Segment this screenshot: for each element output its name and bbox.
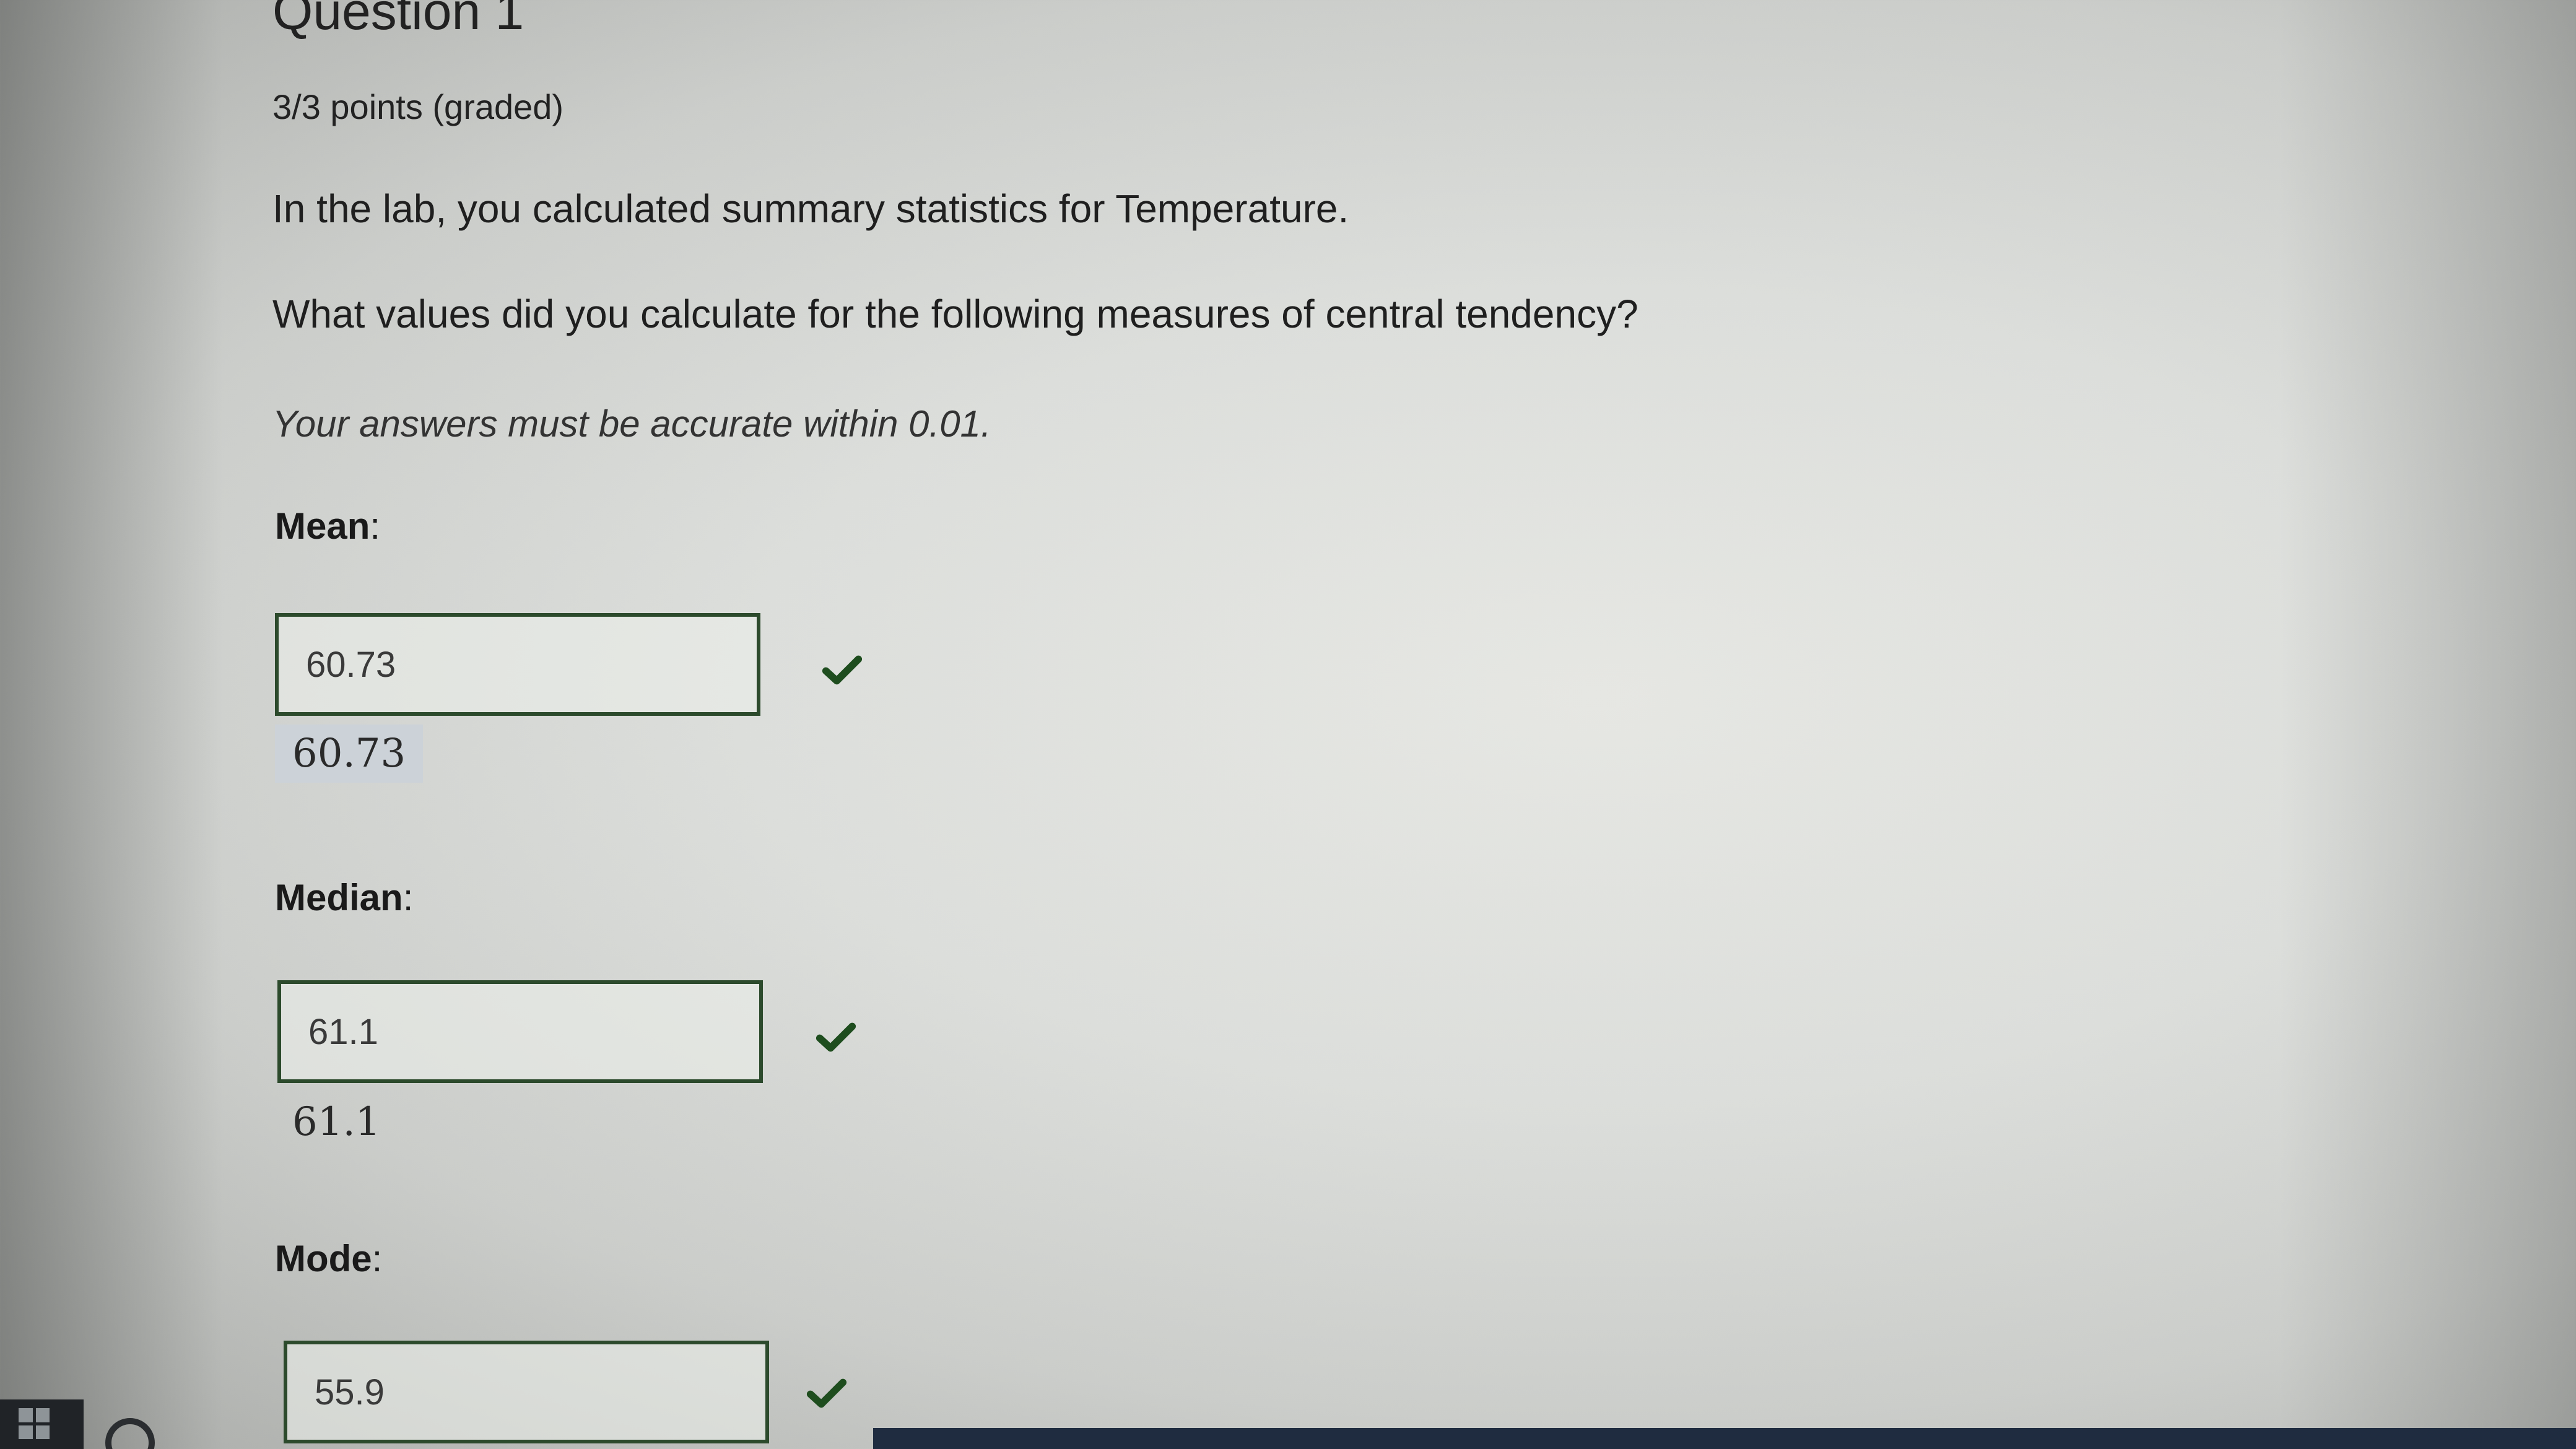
mean-label-text: Mean [275, 505, 370, 547]
mode-label: Mode: [275, 1237, 382, 1280]
search-icon[interactable] [105, 1418, 155, 1449]
question-prompt-line-1: In the lab, you calculated summary stati… [272, 186, 1349, 231]
median-label: Median: [275, 876, 413, 919]
median-checkmark-icon [816, 1022, 856, 1052]
taskbar-app-strip [873, 1428, 2576, 1449]
question-prompt-line-2: What values did you calculate for the fo… [272, 292, 1638, 336]
mode-label-colon: : [372, 1238, 383, 1279]
median-input[interactable] [277, 980, 763, 1083]
mode-label-text: Mode [275, 1238, 372, 1279]
mean-input[interactable] [275, 613, 760, 716]
mean-checkmark-icon [822, 655, 863, 685]
mode-checkmark-icon [806, 1378, 847, 1408]
screen-vignette-left [0, 0, 223, 1449]
question-points: 3/3 points (graded) [272, 87, 564, 126]
problem-content: Question 1 3/3 points (graded) In the la… [272, 0, 2254, 1443]
median-label-colon: : [402, 877, 414, 918]
mean-label: Mean: [275, 505, 380, 547]
windows-start-icon [19, 1408, 50, 1439]
mode-input[interactable] [284, 1341, 769, 1443]
accuracy-instruction: Your answers must be accurate within 0.0… [272, 403, 991, 445]
median-label-text: Median [275, 877, 403, 918]
mean-label-colon: : [370, 505, 381, 547]
mean-answer-echo: 60.73 [275, 724, 424, 783]
windows-start-button[interactable] [0, 1399, 84, 1449]
median-answer-echo: 61.1 [292, 1099, 381, 1145]
question-title: Question 1 [272, 0, 524, 40]
screen-vignette-right [2279, 0, 2576, 1449]
